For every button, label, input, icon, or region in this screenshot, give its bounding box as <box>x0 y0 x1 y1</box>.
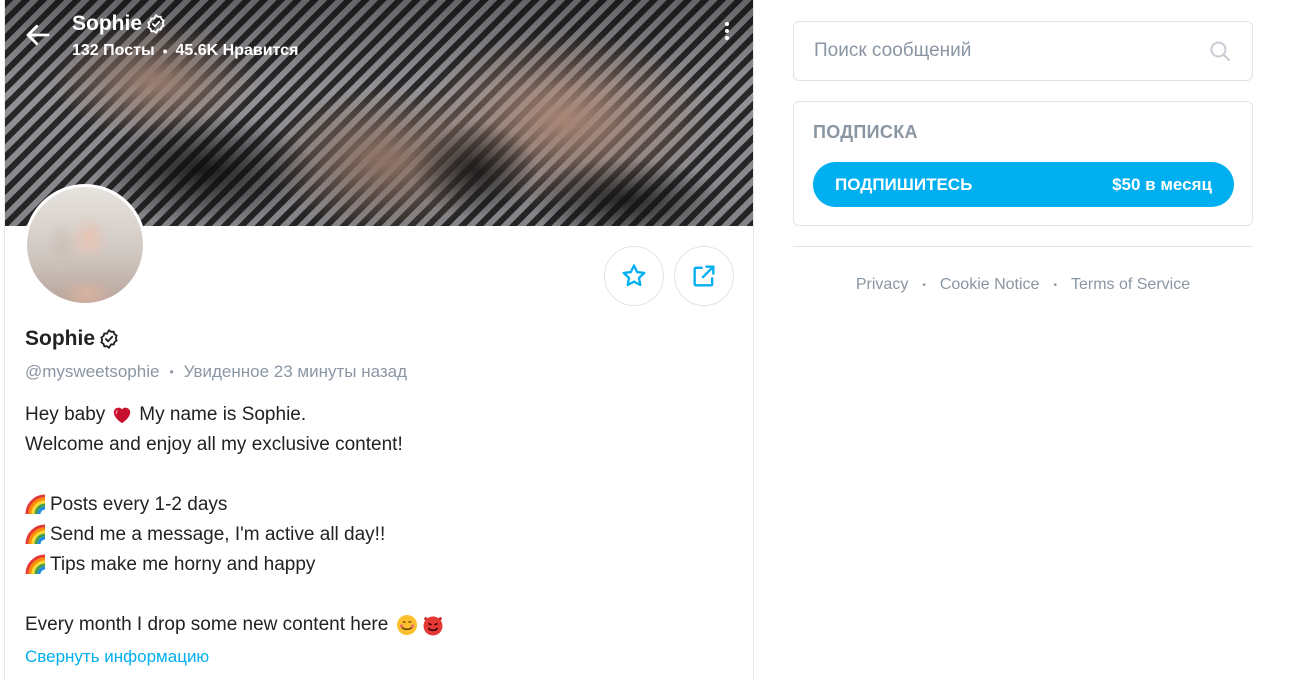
bio-text: Hey baby <box>25 404 106 425</box>
subscribe-button[interactable]: ПОДПИШИТЕСЬ $50 в месяц <box>813 162 1234 207</box>
bio-line: Send me a message, I'm active all day!! <box>25 520 725 550</box>
subscription-title: ПОДПИСКА <box>813 122 918 142</box>
bio-text: Tips make me horny and happy <box>50 554 316 575</box>
message-search[interactable] <box>793 21 1253 81</box>
profile-topbar: Sophie 132 Посты • 45.6K Нравится <box>5 0 753 70</box>
verified-badge-icon <box>100 328 118 350</box>
username: @mysweetsophie <box>25 362 160 381</box>
bio-text: Every month I drop some new content here <box>25 614 389 635</box>
profile-name-text: Sophie <box>25 327 96 350</box>
sidebar-divider <box>793 246 1253 247</box>
favorite-button[interactable] <box>604 246 664 306</box>
bio-empty-line <box>25 580 725 610</box>
rainbow-icon <box>25 524 46 545</box>
bio-text: Welcome and enjoy all my exclusive conte… <box>25 434 403 455</box>
posts-count: 132 Посты <box>72 42 155 59</box>
verified-badge-icon <box>147 13 165 35</box>
profile-name: Sophie <box>25 327 120 351</box>
avatar[interactable] <box>24 184 146 306</box>
likes-count: 45.6K Нравится <box>175 42 299 59</box>
search-icon[interactable] <box>1208 39 1232 63</box>
profile-page: Sophie 132 Посты • 45.6K Нравится Sophie <box>0 0 1311 680</box>
collapse-info-link[interactable]: Свернуть информацию <box>25 647 209 667</box>
profile-bio: Hey baby My name is Sophie. Welcome and … <box>25 400 725 640</box>
stats-separator: • <box>162 43 168 59</box>
last-seen: Увиденное 23 минуты назад <box>183 362 408 381</box>
topbar-name-text: Sophie <box>72 12 143 35</box>
more-options-button[interactable] <box>722 22 732 48</box>
cookie-notice-link[interactable]: Cookie Notice <box>940 276 1040 294</box>
bio-text: Send me a message, I'm active all day!! <box>50 524 386 545</box>
footer-links: Privacy • Cookie Notice • Terms of Servi… <box>793 276 1253 294</box>
bio-text: Posts every 1-2 days <box>50 494 228 515</box>
bio-line: Every month I drop some new content here <box>25 610 725 640</box>
subscribe-label: ПОДПИШИТЕСЬ <box>835 174 973 194</box>
share-icon <box>693 265 715 287</box>
search-input[interactable] <box>814 40 1208 62</box>
subscribe-price: $50 в месяц <box>1112 174 1212 194</box>
rainbow-icon <box>25 494 46 515</box>
bio-line: Welcome and enjoy all my exclusive conte… <box>25 430 725 460</box>
meta-separator: • <box>169 365 174 379</box>
profile-column: Sophie 132 Посты • 45.6K Нравится Sophie <box>4 0 754 680</box>
bio-empty-line <box>25 460 725 490</box>
privacy-link[interactable]: Privacy <box>856 276 908 294</box>
footer-separator: • <box>922 279 926 291</box>
bio-line: Hey baby My name is Sophie. <box>25 400 725 430</box>
back-button[interactable] <box>23 20 53 50</box>
profile-meta: @mysweetsophie • Увиденное 23 минуты наз… <box>25 362 407 382</box>
bio-line: Posts every 1-2 days <box>25 490 725 520</box>
bio-line: Tips make me horny and happy <box>25 550 725 580</box>
subscription-card: ПОДПИСКА ПОДПИШИТЕСЬ $50 в месяц <box>793 101 1253 226</box>
share-button[interactable] <box>674 246 734 306</box>
more-vertical-icon <box>722 22 732 40</box>
topbar-name: Sophie <box>72 12 167 36</box>
star-icon <box>622 264 646 287</box>
terms-link[interactable]: Terms of Service <box>1071 276 1190 294</box>
rainbow-icon <box>25 554 46 575</box>
bio-text: My name is Sophie. <box>139 404 307 425</box>
footer-separator: • <box>1053 279 1057 291</box>
arrow-left-icon <box>26 24 50 46</box>
smiling-face-hearts-icon <box>397 615 418 635</box>
topbar-stats: 132 Посты • 45.6K Нравится <box>72 42 298 60</box>
heart-icon <box>114 407 131 424</box>
smiling-devil-icon <box>423 615 444 636</box>
